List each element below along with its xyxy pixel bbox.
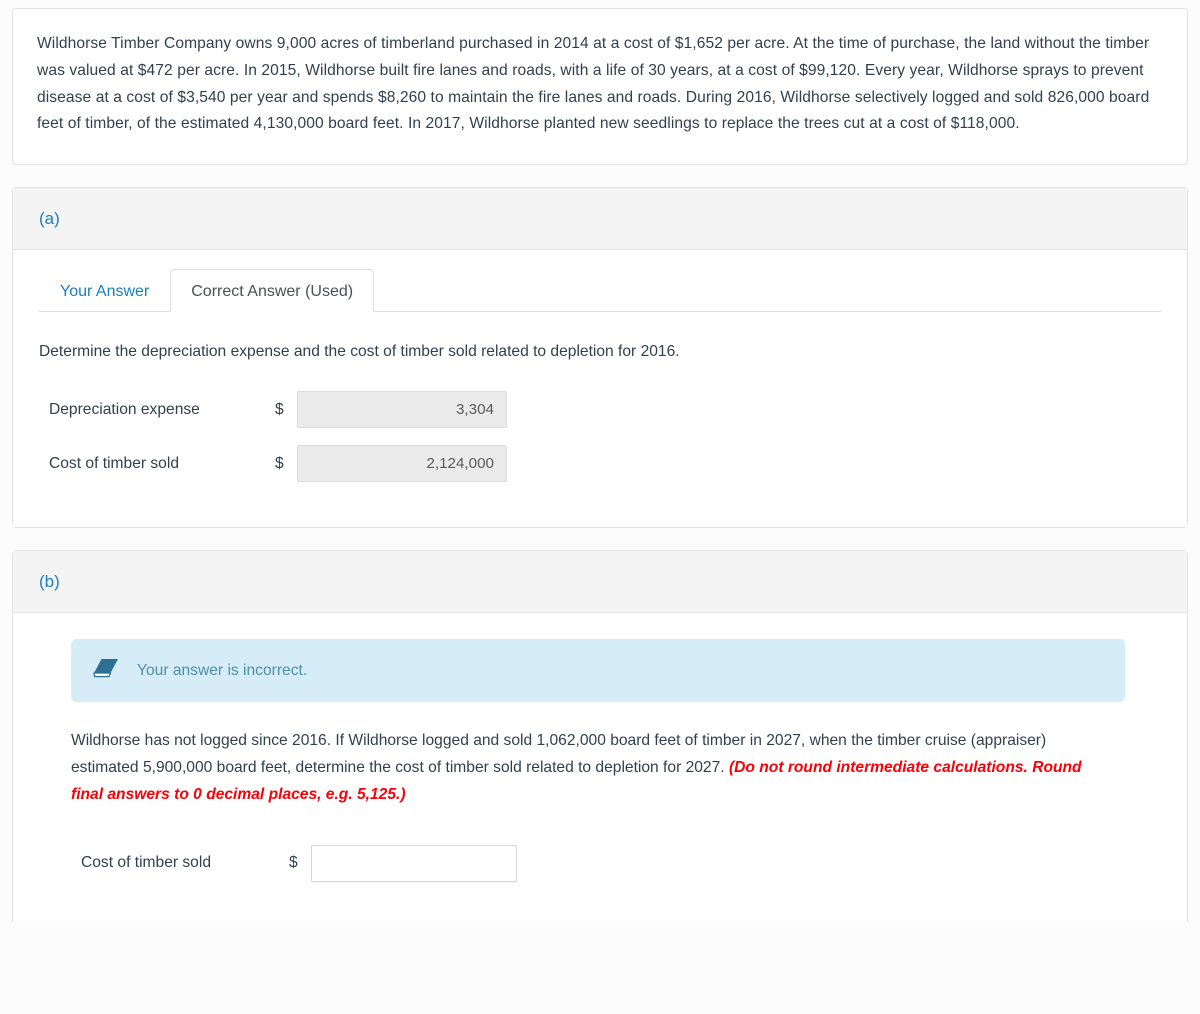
part-b-header: (b): [13, 551, 1187, 614]
part-b-answer-rows: Cost of timber sold $: [39, 844, 1161, 882]
part-b-question: Wildhorse has not logged since 2016. If …: [71, 728, 1115, 808]
part-a-body: Your Answer Correct Answer (Used) Determ…: [13, 250, 1187, 528]
page-container: Wildhorse Timber Company owns 9,000 acre…: [0, 0, 1200, 1014]
currency-symbol: $: [289, 854, 298, 872]
part-b-card: (b) Your answer is incorrect. Wildhorse …: [12, 550, 1188, 922]
label-cost-of-timber-sold-a: Cost of timber sold: [49, 454, 179, 472]
part-a-prompt: Determine the depreciation expense and t…: [39, 343, 680, 361]
eraser-icon: [93, 658, 119, 683]
alert-message: Your answer is incorrect.: [137, 661, 308, 679]
part-b-body: Your answer is incorrect. Wildhorse has …: [13, 639, 1187, 922]
currency-symbol: $: [275, 400, 284, 418]
label-cost-of-timber-sold-b: Cost of timber sold: [81, 854, 211, 872]
tab-correct-answer-used[interactable]: Correct Answer (Used): [170, 269, 375, 313]
input-cost-of-timber-sold-b[interactable]: [311, 844, 517, 882]
input-depreciation-expense: [297, 391, 507, 429]
answer-row-depreciation-expense: Depreciation expense $: [39, 391, 1161, 429]
problem-statement-card: Wildhorse Timber Company owns 9,000 acre…: [12, 8, 1188, 166]
input-cost-of-timber-sold-a: [297, 445, 507, 483]
label-depreciation-expense: Depreciation expense: [49, 400, 200, 418]
problem-statement-text: Wildhorse Timber Company owns 9,000 acre…: [37, 35, 1150, 133]
part-a-answer-rows: Depreciation expense $ Cost of timber so…: [39, 391, 1161, 483]
part-a-card: (a) Your Answer Correct Answer (Used) De…: [12, 187, 1188, 529]
part-a-tablist: Your Answer Correct Answer (Used): [39, 250, 1161, 313]
answer-row-cost-of-timber-sold-b: Cost of timber sold $: [81, 844, 1161, 882]
part-a-label: (a): [39, 209, 60, 229]
part-a-header: (a): [13, 188, 1187, 251]
part-b-label: (b): [39, 572, 60, 592]
incorrect-answer-alert: Your answer is incorrect.: [71, 639, 1125, 703]
currency-symbol: $: [275, 454, 284, 472]
tab-your-answer[interactable]: Your Answer: [39, 269, 170, 312]
answer-row-cost-of-timber-sold-a: Cost of timber sold $: [39, 445, 1161, 483]
